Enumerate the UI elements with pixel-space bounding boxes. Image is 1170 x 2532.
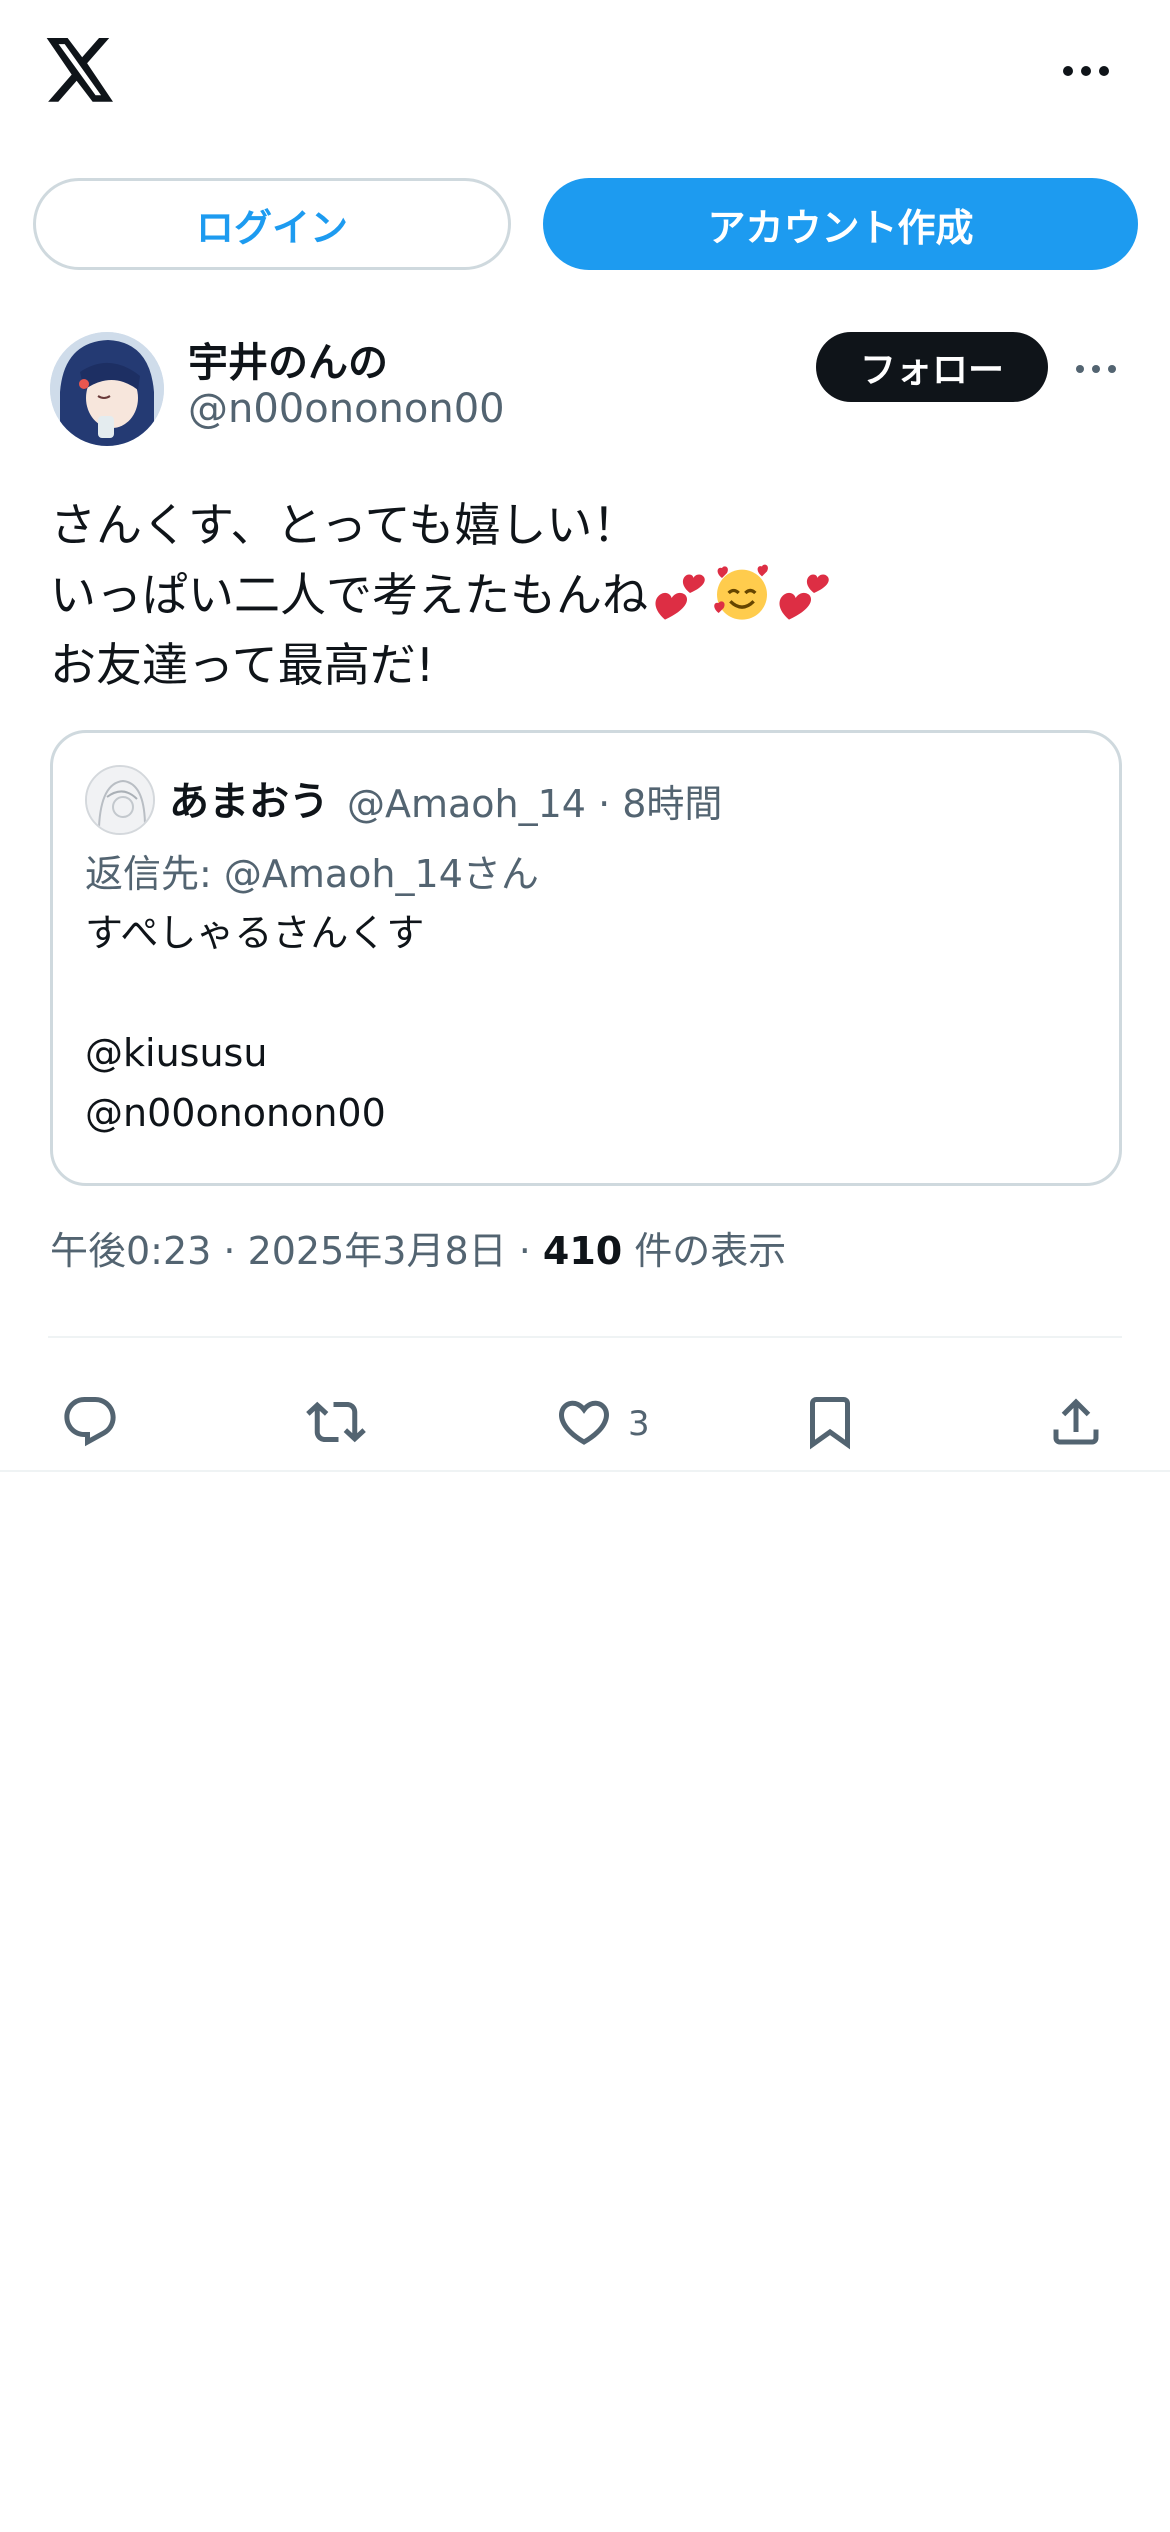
divider — [48, 1336, 1122, 1338]
view-count: 410 — [542, 1229, 623, 1273]
top-bar — [0, 0, 1170, 150]
like-icon[interactable] — [554, 1392, 614, 1452]
action-bar: 3 — [0, 1370, 1170, 1480]
quote-display-name[interactable]: あまおう — [169, 769, 329, 827]
share-icon[interactable] — [1046, 1392, 1106, 1452]
display-name[interactable]: 宇井のんの — [188, 330, 388, 388]
smiling-face-with-hearts-icon — [714, 564, 768, 620]
login-button[interactable]: ログイン — [33, 178, 511, 270]
quote-separator: · — [585, 782, 623, 826]
tweet-text: さんくす、とっても嬉しい！ いっぱい二人で考えたもんね お友達って最高だ! — [50, 490, 1120, 700]
tweet-text-line: さんくす、とっても嬉しい！ — [50, 498, 639, 552]
user-handle[interactable]: @n00ononon00 — [188, 386, 505, 432]
quote-avatar-illustration — [87, 767, 153, 833]
quote-mention[interactable]: @kiususu — [85, 1023, 424, 1083]
like-count: 3 — [628, 1404, 650, 1444]
retweet-icon[interactable] — [306, 1392, 366, 1452]
quoted-tweet[interactable]: あまおう @Amaoh_14 · 8時間 返信先: @Amaoh_14さん すぺ… — [50, 730, 1122, 1186]
view-label: 件の表示 — [622, 1229, 787, 1273]
quote-reply-to: 返信先: @Amaoh_14さん — [85, 852, 539, 896]
follow-button[interactable]: フォロー — [816, 332, 1048, 402]
two-hearts-icon — [655, 574, 705, 620]
x-logo-icon[interactable] — [46, 38, 116, 102]
quote-mention[interactable]: @n00ononon00 — [85, 1083, 424, 1143]
quote-handle[interactable]: @Amaoh_14 — [347, 782, 586, 826]
quote-body-line: すぺしゃるさんくす — [85, 911, 425, 955]
tweet-text-line: お友達って最高だ! — [50, 638, 435, 692]
timestamp-date[interactable]: 午後0:23 · 2025年3月8日 · — [50, 1229, 543, 1273]
two-hearts-icon — [779, 574, 829, 620]
avatar[interactable] — [50, 332, 164, 446]
more-icon[interactable] — [1060, 56, 1112, 86]
reply-icon[interactable] — [60, 1392, 120, 1452]
tweet-text-segment: いっぱい二人で考えたもんね — [50, 568, 648, 622]
tweet-text-line: いっぱい二人で考えたもんね — [50, 560, 1120, 630]
bookmark-icon[interactable] — [800, 1392, 860, 1452]
avatar-illustration — [50, 332, 164, 446]
quote-body-line — [85, 963, 424, 1023]
quote-meta: @Amaoh_14 · 8時間 — [347, 773, 722, 828]
quote-body: すぺしゃるさんくす @kiususu @n00ononon00 — [85, 903, 424, 1143]
quote-time[interactable]: 8時間 — [622, 782, 722, 826]
quote-avatar[interactable] — [85, 765, 155, 835]
auth-buttons: ログイン アカウント作成 — [0, 178, 1170, 270]
create-account-button[interactable]: アカウント作成 — [543, 178, 1138, 270]
more-icon[interactable] — [1074, 360, 1118, 378]
tweet-timestamp: 午後0:23 · 2025年3月8日 · 410 件の表示 — [50, 1220, 786, 1275]
divider — [0, 1470, 1170, 1472]
